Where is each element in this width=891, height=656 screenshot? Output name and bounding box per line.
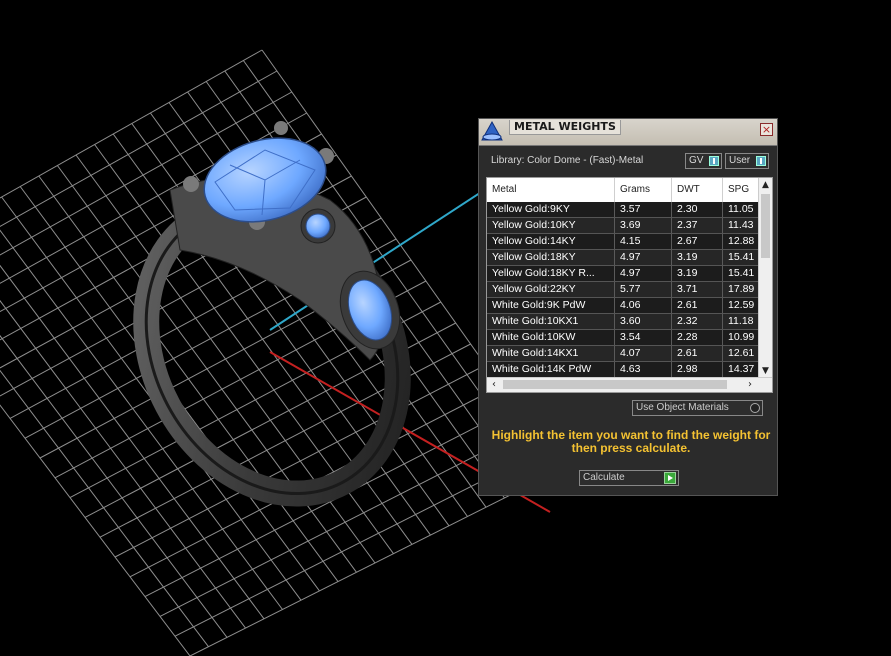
horizontal-scrollbar[interactable]: ‹ ›	[487, 377, 772, 392]
column-header-metal[interactable]: Metal	[487, 178, 615, 202]
user-label: User	[729, 155, 751, 166]
spg-cell: 12.61	[728, 347, 755, 359]
grams-cell: 3.54	[615, 330, 672, 345]
library-label: Library: Color Dome - (Fast)-Metal	[491, 155, 644, 166]
grams-cell: 4.15	[615, 234, 672, 249]
spg-cell: 11.18	[728, 315, 754, 327]
dwt-cell: 2.67	[672, 234, 723, 249]
column-header-spg[interactable]: SPG	[723, 178, 763, 202]
scroll-down-icon[interactable]: ▼	[759, 364, 772, 378]
metal-cell: Yellow Gold:18KY R...	[487, 266, 615, 281]
calculate-label: Calculate	[583, 472, 625, 483]
grams-cell: 4.06	[615, 298, 672, 313]
grams-cell: 3.60	[615, 314, 672, 329]
scroll-right-icon[interactable]: ›	[743, 378, 757, 392]
table-row[interactable]: Yellow Gold:18KY R... 4.97 3.19 15.41	[487, 266, 758, 282]
grid-line	[0, 369, 209, 648]
grams-cell: 4.97	[615, 266, 672, 281]
spg-cell: 15.41	[728, 267, 755, 279]
grams-cell: 5.77	[615, 282, 672, 297]
grams-cell: 3.69	[615, 218, 672, 233]
dwt-cell: 2.28	[672, 330, 723, 345]
spg-cell: 17.89	[728, 283, 755, 295]
hint-text: Highlight the item you want to find the …	[491, 428, 771, 455]
app-logo-icon	[481, 120, 503, 141]
grams-cell: 4.07	[615, 346, 672, 361]
close-icon: ×	[761, 123, 772, 136]
metal-cell: Yellow Gold:18KY	[487, 250, 615, 265]
metal-cell: White Gold:9K PdW	[487, 298, 615, 313]
dwt-cell: 3.19	[672, 266, 723, 281]
toggle-icon	[709, 156, 719, 166]
metal-cell: Yellow Gold:14KY	[487, 234, 615, 249]
spg-cell: 15.41	[728, 251, 755, 263]
vertical-scroll-thumb[interactable]	[761, 194, 770, 258]
user-toggle[interactable]: User	[725, 153, 769, 169]
spg-cell: 14.37	[728, 363, 755, 375]
gv-toggle[interactable]: GV	[685, 153, 722, 169]
dwt-cell: 2.30	[672, 202, 723, 217]
scroll-up-icon[interactable]: ▲	[759, 178, 772, 192]
calculate-button[interactable]: Calculate	[579, 470, 679, 486]
panel-titlebar[interactable]: METAL WEIGHTS ×	[479, 119, 777, 146]
table-row[interactable]: White Gold:9K PdW 4.06 2.61 12.59	[487, 298, 758, 314]
metal-table: Metal Grams DWT SPG Yellow Gold:9KY 3.57 2…	[486, 177, 773, 393]
table-row[interactable]: White Gold:10KW 3.54 2.28 10.99	[487, 330, 758, 346]
dwt-cell: 3.71	[672, 282, 723, 297]
table-row[interactable]: Yellow Gold:10KY 3.69 2.37 11.43	[487, 218, 758, 234]
metal-cell: White Gold:10KW	[487, 330, 615, 345]
column-header-dwt[interactable]: DWT	[672, 178, 723, 202]
grams-cell: 4.97	[615, 250, 672, 265]
metal-cell: Yellow Gold:10KY	[487, 218, 615, 233]
table-body: Yellow Gold:9KY 3.57 2.30 11.05 Yellow Gold:…	[487, 202, 758, 378]
panel-title: METAL WEIGHTS	[509, 120, 621, 135]
grid-line	[0, 299, 246, 629]
spg-cell: 11.43	[728, 219, 754, 231]
dwt-cell: 2.32	[672, 314, 723, 329]
metal-cell: White Gold:14K PdW	[487, 362, 615, 377]
table-row[interactable]: Yellow Gold:22KY 5.77 3.71 17.89	[487, 282, 758, 298]
grid-line	[189, 469, 561, 656]
toggle-icon	[756, 156, 766, 166]
dwt-cell: 2.37	[672, 218, 723, 233]
table-row[interactable]: Yellow Gold:14KY 4.15 2.67 12.88	[487, 234, 758, 250]
close-button[interactable]: ×	[760, 123, 773, 136]
play-icon	[664, 472, 676, 484]
table-row[interactable]: Yellow Gold:9KY 3.57 2.30 11.05	[487, 202, 758, 218]
table-row[interactable]: White Gold:14KX1 4.07 2.61 12.61	[487, 346, 758, 362]
spg-cell: 10.99	[728, 331, 755, 343]
grid-line	[0, 264, 265, 620]
use-object-materials-label: Use Object Materials	[636, 402, 729, 413]
dwt-cell: 2.61	[672, 298, 723, 313]
table-row[interactable]: White Gold:10KX1 3.60 2.32 11.18	[487, 314, 758, 330]
metal-cell: Yellow Gold:9KY	[487, 202, 615, 217]
table-row[interactable]: Yellow Gold:18KY 4.97 3.19 15.41	[487, 250, 758, 266]
spg-cell: 12.59	[728, 299, 755, 311]
column-header-grams[interactable]: Grams	[615, 178, 672, 202]
metal-cell: White Gold:10KX1	[487, 314, 615, 329]
metal-cell: Yellow Gold:22KY	[487, 282, 615, 297]
spg-cell: 11.05	[728, 203, 754, 215]
metal-weights-panel: METAL WEIGHTS × Library: Color Dome - (F…	[478, 118, 778, 496]
vertical-scrollbar[interactable]: ▲ ▼	[758, 178, 772, 378]
spg-cell: 12.88	[728, 235, 755, 247]
horizontal-scroll-thumb[interactable]	[503, 380, 727, 389]
use-object-materials-toggle[interactable]: Use Object Materials	[632, 400, 763, 416]
dwt-cell: 2.61	[672, 346, 723, 361]
side-gem-small[interactable]	[300, 208, 336, 244]
gv-label: GV	[689, 155, 704, 166]
table-row[interactable]: White Gold:14K PdW 4.63 2.98 14.37	[487, 362, 758, 378]
dwt-cell: 2.98	[672, 362, 723, 377]
dwt-cell: 3.19	[672, 250, 723, 265]
radio-icon	[750, 403, 760, 413]
metal-cell: White Gold:14KX1	[487, 346, 615, 361]
grid-line	[0, 404, 191, 656]
grams-cell: 3.57	[615, 202, 672, 217]
table-header: Metal Grams DWT SPG	[487, 178, 758, 203]
scroll-left-icon[interactable]: ‹	[487, 378, 501, 392]
grams-cell: 4.63	[615, 362, 672, 377]
